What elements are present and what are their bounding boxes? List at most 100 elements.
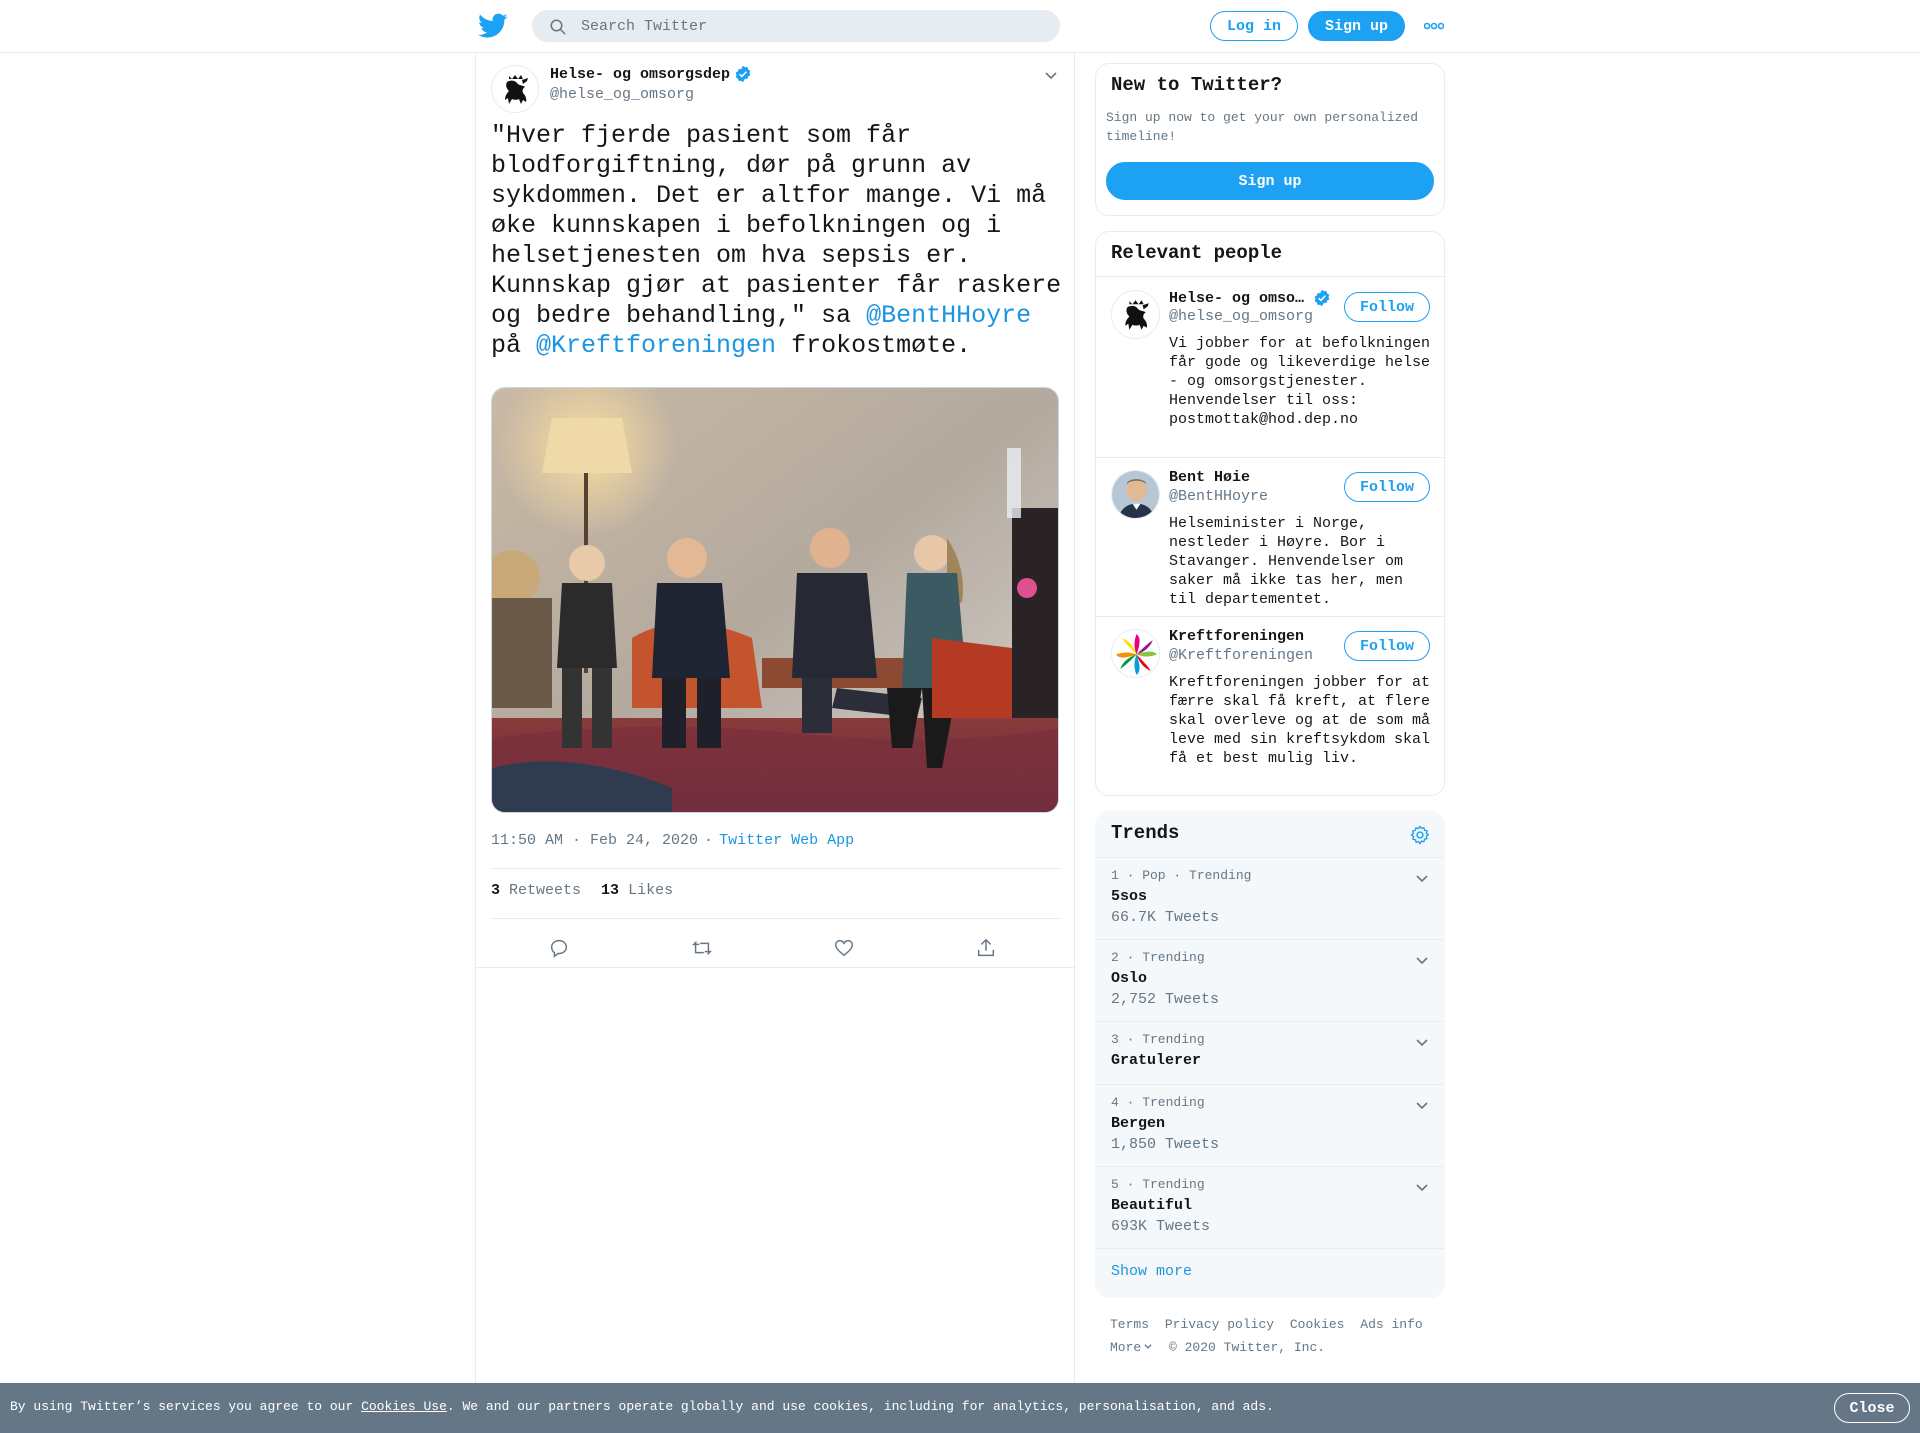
signup-button[interactable]: Sign up	[1308, 11, 1405, 41]
follow-button[interactable]: Follow	[1344, 292, 1430, 322]
author-name-text[interactable]: Helse- og omsorgsdep	[550, 66, 730, 83]
trend-item[interactable]: 1 · Pop · Trending 5sos 66.7K Tweets	[1096, 857, 1444, 939]
divider	[476, 967, 1074, 968]
settings-gear-icon[interactable]	[1409, 824, 1431, 846]
verified-badge-icon	[1314, 289, 1330, 307]
person-item[interactable]: Helse- og omsorgsdep @helse_og_omsorg Fo…	[1096, 277, 1444, 457]
person-avatar[interactable]	[1111, 290, 1160, 339]
cookie-close-button[interactable]: Close	[1834, 1393, 1910, 1423]
retweets-stat[interactable]: 3 Retweets	[491, 882, 581, 899]
reply-icon[interactable]	[548, 937, 570, 959]
chevron-down-icon	[1144, 1344, 1152, 1349]
relevant-people-card: Relevant people Helse- og omsorgsdep @he…	[1095, 231, 1445, 796]
trend-meta: 4 · Trending	[1111, 1095, 1205, 1110]
chevron-down-icon[interactable]	[1414, 952, 1430, 968]
trend-topic: Bergen	[1111, 1115, 1166, 1132]
trend-meta: 1 · Pop · Trending	[1111, 868, 1252, 883]
divider	[491, 918, 1061, 919]
footer-link-ads-info[interactable]: Ads info	[1360, 1317, 1422, 1332]
login-button[interactable]: Log in	[1210, 11, 1298, 41]
chevron-down-icon[interactable]	[1043, 67, 1059, 83]
follow-button[interactable]: Follow	[1344, 631, 1430, 661]
footer-link-terms[interactable]: Terms	[1110, 1317, 1149, 1332]
person-handle[interactable]: @helse_og_omsorg	[1169, 308, 1313, 325]
author-name[interactable]: Helse- og omsorgsdep	[550, 65, 752, 83]
mention-link[interactable]: @Kreftforeningen	[536, 331, 776, 360]
likes-stat[interactable]: 13 Likes	[601, 882, 673, 899]
search-input[interactable]	[581, 11, 1041, 41]
trend-topic: 5sos	[1111, 888, 1148, 905]
tweet-text-part: "Hver fjerde pasient som får blodforgift…	[491, 121, 1062, 330]
card-description: Sign up now to get your own personalized…	[1106, 110, 1419, 144]
like-heart-icon[interactable]	[833, 937, 855, 959]
follow-button[interactable]: Follow	[1344, 472, 1430, 502]
person-item[interactable]: Kreftforeningen @Kreftforeningen Follow …	[1096, 616, 1444, 796]
panel-discussion-photo	[492, 388, 1058, 812]
footer-link-privacy[interactable]: Privacy policy	[1165, 1317, 1274, 1332]
author-handle[interactable]: @helse_og_omsorg	[550, 86, 694, 103]
likes-count: 13	[601, 882, 620, 899]
tweet-timestamp[interactable]: 11:50 AM · Feb 24, 2020	[491, 832, 698, 849]
trend-count: 693K Tweets	[1111, 1218, 1211, 1235]
trend-topic: Gratulerer	[1111, 1052, 1202, 1069]
person-name[interactable]: Helse- og omsorgsdep	[1169, 289, 1331, 307]
chevron-down-icon[interactable]	[1414, 1097, 1430, 1113]
footer-second-row: More © 2020 Twitter, Inc.	[1110, 1336, 1440, 1359]
tweet-text: "Hver fjerde pasient som får blodforgift…	[491, 121, 1063, 361]
person-handle[interactable]: @Kreftforeningen	[1169, 647, 1313, 664]
search-box[interactable]	[532, 10, 1060, 42]
person-name-text[interactable]: Kreftforeningen	[1169, 628, 1304, 645]
person-item[interactable]: Bent Høie @BentHHoyre Follow Helseminist…	[1096, 457, 1444, 616]
trend-item[interactable]: 5 · Trending Beautiful 693K Tweets	[1096, 1166, 1444, 1248]
chevron-down-icon[interactable]	[1414, 1034, 1430, 1050]
share-icon[interactable]	[975, 937, 997, 959]
trend-item[interactable]: 2 · Trending Oslo 2,752 Tweets	[1096, 939, 1444, 1021]
person-handle[interactable]: @BentHHoyre	[1169, 488, 1268, 505]
person-name[interactable]: Kreftforeningen	[1169, 628, 1304, 645]
person-bio: Helseminister i Norge, nestleder i Høyre…	[1169, 515, 1404, 608]
trend-meta: 5 · Trending	[1111, 1177, 1205, 1192]
retweet-icon[interactable]	[691, 937, 713, 959]
retweets-label: Retweets	[509, 882, 582, 899]
cookie-text-after: . We and our partners operate globally a…	[446, 1399, 1274, 1414]
retweets-count: 3	[491, 882, 501, 899]
tweet-source-link[interactable]: Twitter Web App	[719, 832, 854, 849]
more-dots-icon[interactable]	[1424, 20, 1444, 32]
twitter-bird-icon[interactable]	[478, 13, 508, 39]
sidebar-signup-button[interactable]: Sign up	[1106, 162, 1434, 200]
person-bio: Vi jobber for at befolkningen får gode o…	[1169, 335, 1431, 428]
footer-more-label[interactable]: More	[1110, 1340, 1141, 1355]
coat-of-arms-lion-icon	[1125, 300, 1149, 330]
person-name-text[interactable]: Helse- og omsorgsdep	[1169, 290, 1309, 307]
show-more-link[interactable]: Show more	[1111, 1263, 1192, 1280]
cookie-text-before: By using Twitter’s services you agree to…	[10, 1399, 362, 1414]
card-title: Relevant people	[1111, 242, 1283, 264]
trend-item[interactable]: 3 · Trending Gratulerer	[1096, 1021, 1444, 1084]
mention-link[interactable]: @BentHHoyre	[866, 301, 1031, 330]
trend-count: 1,850 Tweets	[1111, 1136, 1220, 1153]
footer-link-cookies[interactable]: Cookies	[1290, 1317, 1345, 1332]
trend-item[interactable]: 4 · Trending Bergen 1,850 Tweets	[1096, 1084, 1444, 1166]
coat-of-arms-lion-icon	[505, 75, 528, 104]
person-avatar[interactable]	[1111, 629, 1160, 678]
cookies-use-link[interactable]: Cookies Use	[361, 1399, 447, 1414]
trend-count: 2,752 Tweets	[1111, 991, 1220, 1008]
search-icon	[550, 19, 566, 35]
author-avatar[interactable]	[491, 65, 539, 113]
footer-more-menu[interactable]: More	[1110, 1340, 1153, 1355]
tweet-column: Helse- og omsorgsdep @helse_og_omsorg "H…	[475, 53, 1075, 1383]
tweet-photo[interactable]	[491, 387, 1059, 813]
trend-count: 66.7K Tweets	[1111, 909, 1220, 926]
trend-topic: Oslo	[1111, 970, 1148, 987]
sidebar-footer: Terms Privacy policy Cookies Ads info Mo…	[1110, 1313, 1440, 1359]
person-avatar[interactable]	[1111, 470, 1160, 519]
chevron-down-icon[interactable]	[1414, 870, 1430, 886]
chevron-down-icon[interactable]	[1414, 1179, 1430, 1195]
tweet-text-part: frokostmøte.	[776, 331, 972, 360]
person-name-text[interactable]: Bent Høie	[1169, 469, 1250, 486]
cookie-consent-bar: By using Twitter’s services you agree to…	[0, 1383, 1920, 1433]
person-name[interactable]: Bent Høie	[1169, 469, 1250, 486]
card-title: New to Twitter?	[1111, 74, 1283, 96]
divider	[1096, 1248, 1444, 1249]
cookie-text: By using Twitter’s services you agree to…	[10, 1399, 1274, 1414]
